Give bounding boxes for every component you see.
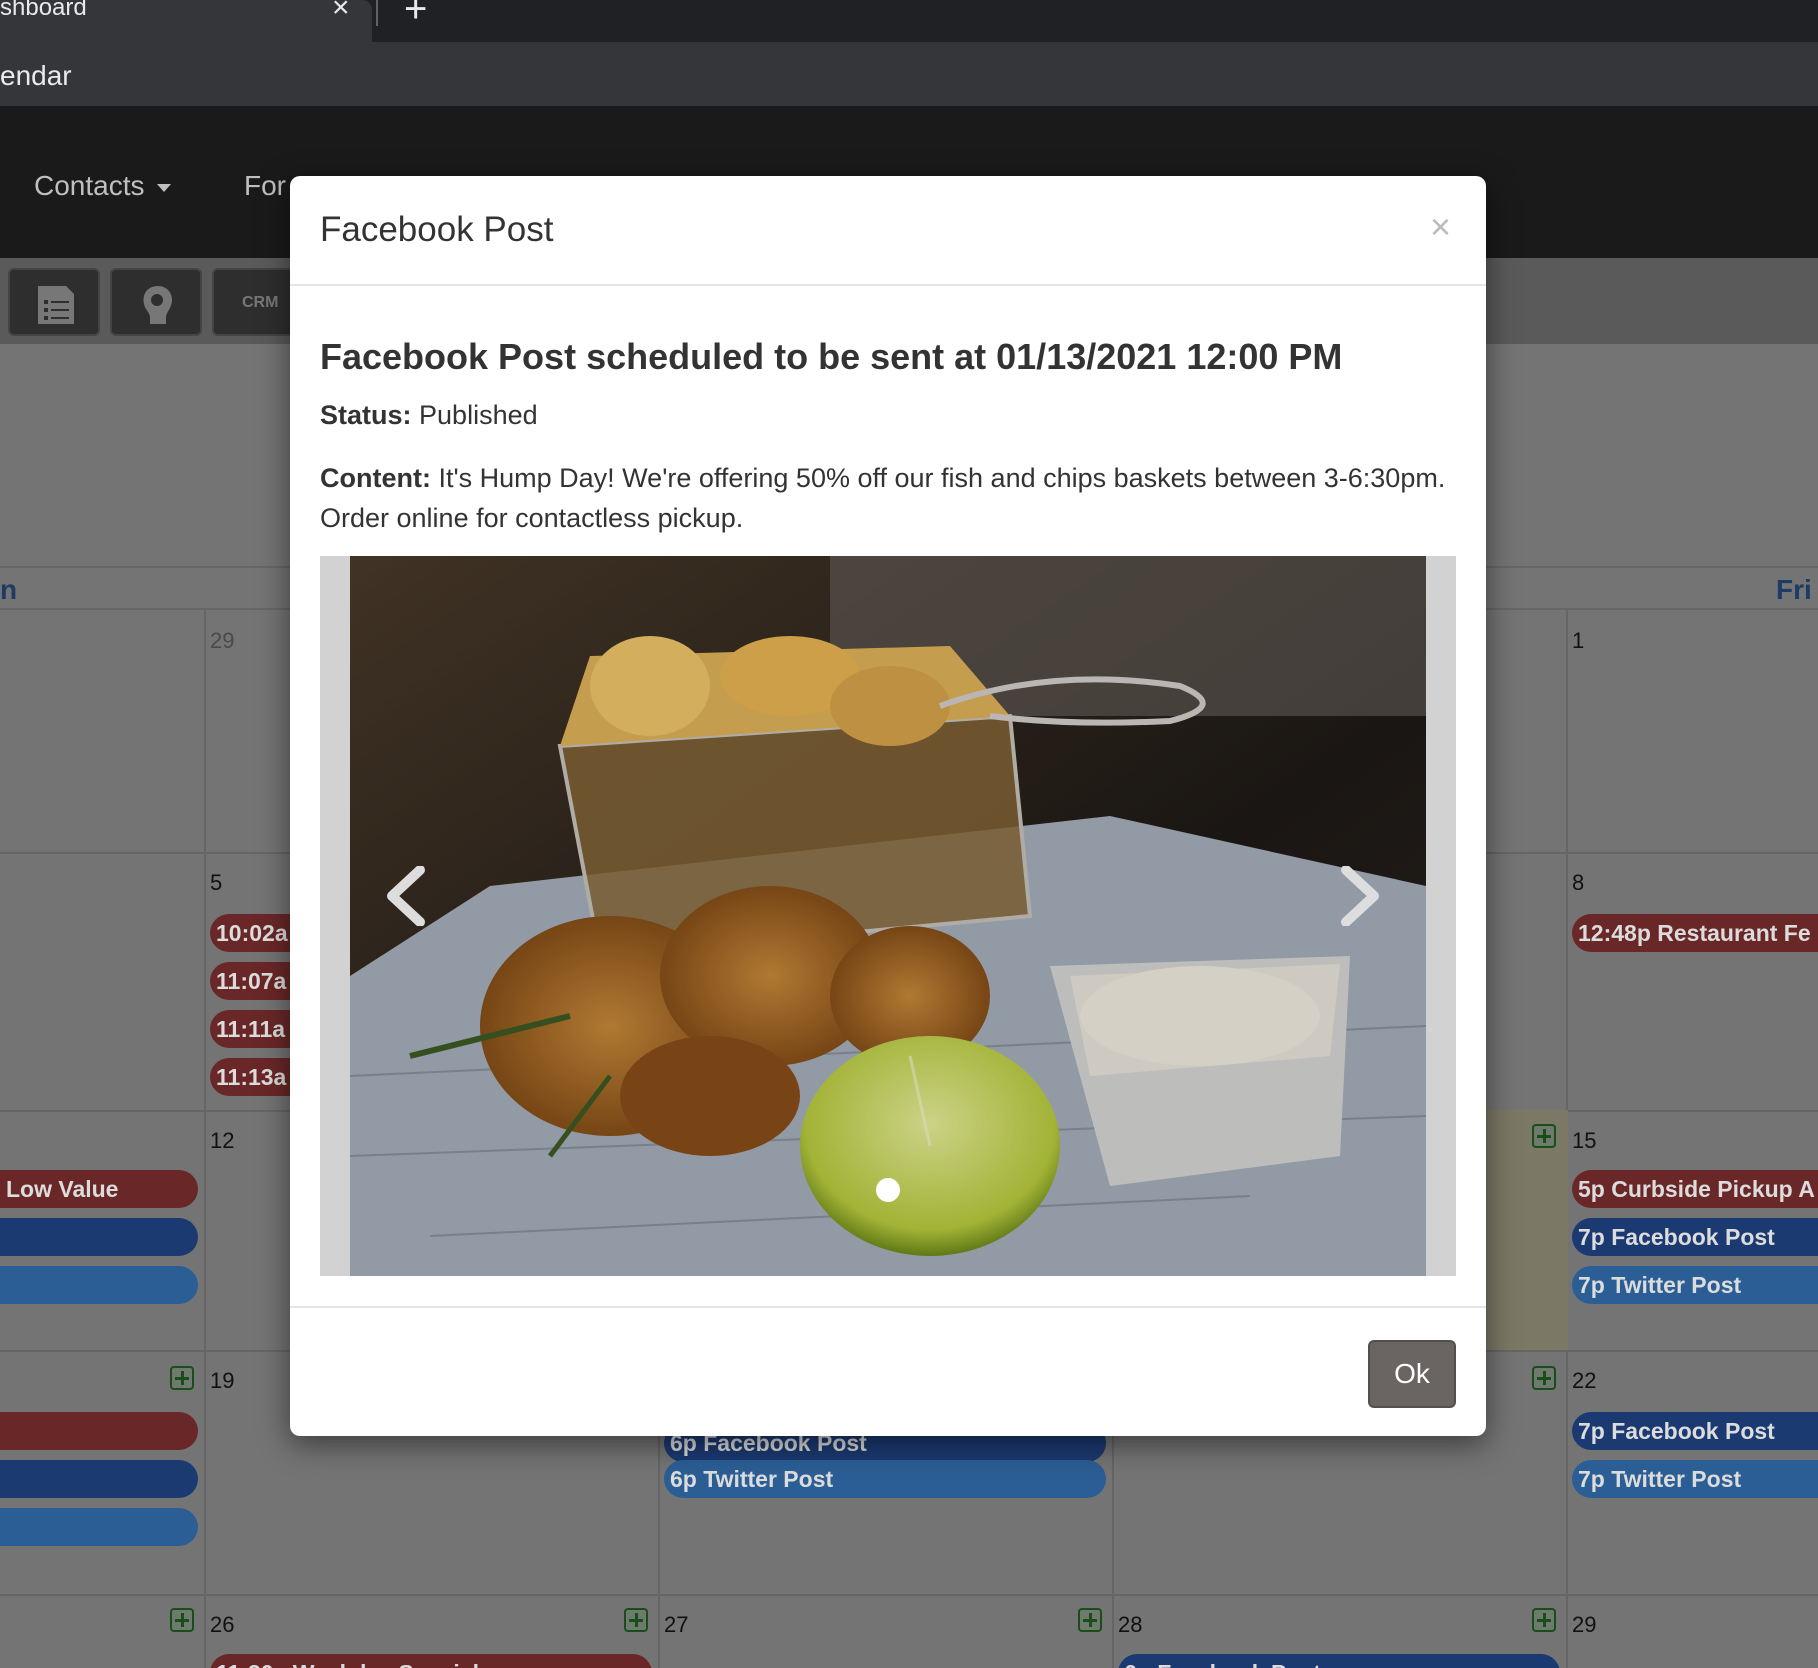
nav-forms[interactable]: For bbox=[244, 170, 286, 202]
add-event-icon[interactable] bbox=[1532, 1366, 1556, 1390]
date-8: 8 bbox=[1572, 870, 1585, 895]
add-event-icon[interactable] bbox=[170, 1608, 194, 1632]
status-value: Published bbox=[419, 400, 538, 430]
grid-line bbox=[204, 610, 206, 1668]
nav-forms-label: For bbox=[244, 170, 286, 201]
calendar-event[interactable]: Low Value bbox=[0, 1170, 198, 1208]
calendar-event[interactable]: 5p Curbside Pickup A bbox=[1572, 1170, 1818, 1208]
content-line: Content: It's Hump Day! We're offering 5… bbox=[320, 458, 1460, 538]
image-carousel bbox=[320, 556, 1456, 1276]
calendar-event[interactable] bbox=[0, 1508, 198, 1546]
calendar-event[interactable] bbox=[0, 1266, 198, 1304]
address-bar[interactable]: endar bbox=[0, 42, 1818, 110]
nav-contacts-label: Contacts bbox=[34, 170, 145, 201]
nav-contacts[interactable]: Contacts bbox=[34, 170, 171, 202]
date-19: 19 bbox=[210, 1368, 235, 1393]
chevron-left-icon[interactable] bbox=[384, 866, 428, 926]
add-event-icon[interactable] bbox=[624, 1608, 648, 1632]
calendar-event[interactable]: 7p Facebook Post bbox=[1572, 1218, 1818, 1256]
crm-label: CRM bbox=[242, 294, 279, 311]
date-22: 22 bbox=[1572, 1368, 1597, 1393]
calendar-event[interactable] bbox=[0, 1460, 198, 1498]
new-tab-icon[interactable]: + bbox=[404, 0, 427, 29]
ok-button[interactable]: Ok bbox=[1368, 1340, 1456, 1408]
chevron-right-icon[interactable] bbox=[1338, 866, 1382, 926]
carousel-indicator[interactable] bbox=[876, 1178, 900, 1202]
content-label: Content: bbox=[320, 463, 431, 493]
date-5: 5 bbox=[210, 870, 223, 895]
grid-line bbox=[0, 1594, 1818, 1596]
date-28: 28 bbox=[1118, 1612, 1143, 1637]
modal-title: Facebook Post bbox=[320, 210, 554, 249]
close-icon[interactable]: × bbox=[1430, 206, 1451, 248]
date-29b: 29 bbox=[1572, 1612, 1597, 1637]
status-line: Status: Published bbox=[320, 400, 538, 431]
document-list-icon bbox=[38, 286, 74, 324]
calendar-event[interactable]: 7p Twitter Post bbox=[1572, 1460, 1818, 1498]
today-cell-highlight bbox=[1486, 1110, 1568, 1350]
add-event-icon[interactable] bbox=[1532, 1608, 1556, 1632]
head-lightbulb-icon bbox=[143, 286, 172, 324]
browser-tab-bar: shboard × + bbox=[0, 0, 1818, 42]
date-27: 27 bbox=[664, 1612, 689, 1637]
calendar-event[interactable] bbox=[0, 1218, 198, 1256]
calendar-event[interactable]: 6p Facebook Post bbox=[1118, 1654, 1560, 1668]
address-text: endar bbox=[0, 60, 72, 91]
add-event-icon[interactable] bbox=[1078, 1608, 1102, 1632]
calendar-event[interactable]: 7p Facebook Post bbox=[1572, 1412, 1818, 1450]
tab-title: shboard bbox=[0, 0, 87, 21]
idea-button[interactable] bbox=[110, 268, 202, 336]
add-event-icon[interactable] bbox=[170, 1366, 194, 1390]
date-15: 15 bbox=[1572, 1128, 1597, 1153]
content-value: It's Hump Day! We're offering 50% off ou… bbox=[320, 463, 1446, 533]
list-document-button[interactable] bbox=[8, 268, 100, 336]
date-29: 29 bbox=[210, 628, 235, 653]
day-name-partial: n bbox=[0, 574, 18, 605]
fish-and-chips-photo bbox=[350, 556, 1426, 1276]
schedule-heading: Facebook Post scheduled to be sent at 01… bbox=[320, 336, 1343, 377]
calendar-event[interactable]: 12:48p Restaurant Fe bbox=[1572, 914, 1818, 952]
tab-separator bbox=[376, 0, 378, 26]
calendar-event[interactable]: 7p Twitter Post bbox=[1572, 1266, 1818, 1304]
modal-footer: Ok bbox=[290, 1306, 1486, 1436]
calendar-event[interactable]: 11:30a Weekday Special bbox=[210, 1654, 652, 1668]
tab-close-icon[interactable]: × bbox=[332, 0, 350, 23]
day-name-fri: Fri bbox=[1776, 574, 1812, 605]
date-12: 12 bbox=[210, 1128, 235, 1153]
date-26: 26 bbox=[210, 1612, 235, 1637]
date-1: 1 bbox=[1572, 628, 1585, 653]
add-event-icon[interactable] bbox=[1532, 1124, 1556, 1148]
calendar-event[interactable]: 6p Twitter Post bbox=[664, 1460, 1106, 1498]
caret-down-icon bbox=[156, 183, 171, 192]
facebook-post-modal: Facebook Post × Facebook Post scheduled … bbox=[290, 176, 1486, 1436]
browser-tab[interactable]: shboard × bbox=[0, 0, 372, 42]
modal-header: Facebook Post × bbox=[290, 176, 1486, 286]
status-label: Status: bbox=[320, 400, 412, 430]
calendar-event[interactable] bbox=[0, 1412, 198, 1450]
